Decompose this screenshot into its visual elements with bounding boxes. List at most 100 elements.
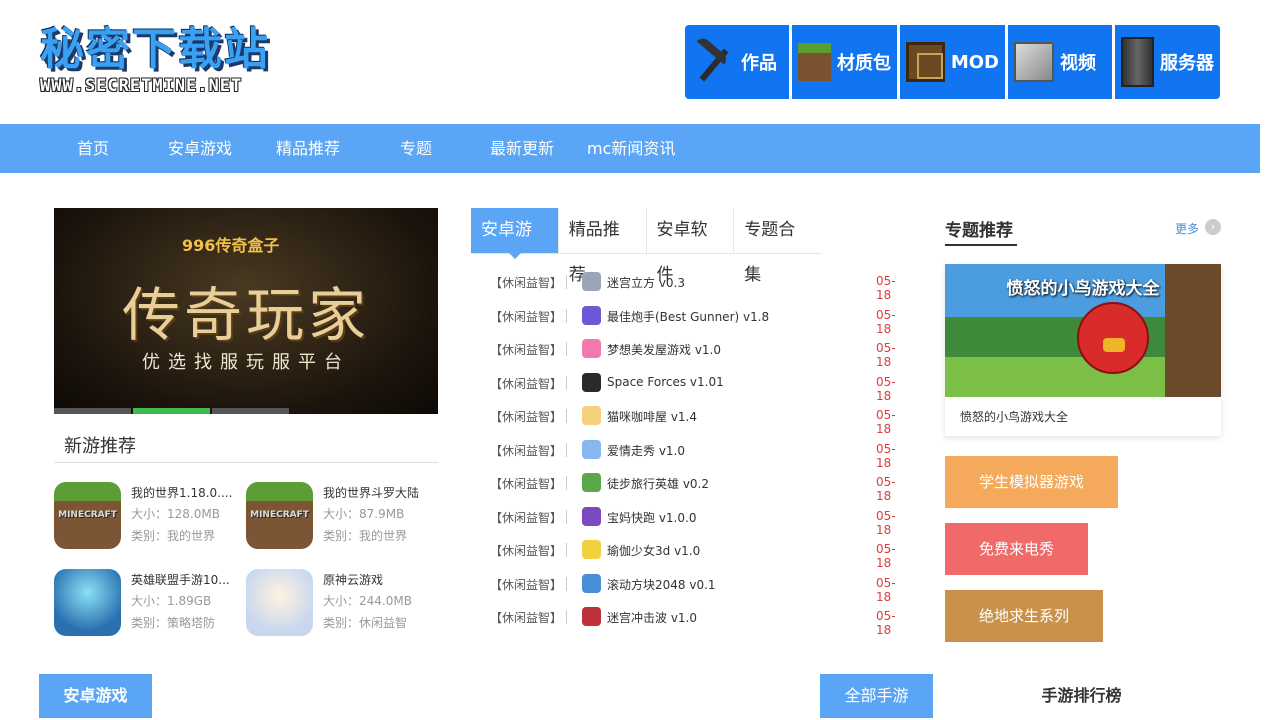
nav-item-android-games[interactable]: 安卓游戏 [168, 124, 232, 173]
banner-carousel[interactable]: 996传奇盒子 传奇玩家 优选找服玩服平台 [54, 208, 438, 414]
banner-dot-active[interactable] [133, 408, 210, 414]
topcat-server-button[interactable]: 服务器 [1115, 25, 1220, 99]
list-item-title[interactable]: 猫咪咖啡屋 v1.4 [607, 408, 697, 425]
topic-image: 愤怒的小鸟游戏大全 [945, 264, 1221, 397]
game-card[interactable]: 我的世界斗罗大陆 大小：87.9MB 类别：我的世界 [246, 482, 436, 552]
topics-title: 专题推荐 [945, 221, 1013, 241]
game-thumbnail [246, 569, 313, 636]
list-item[interactable]: 【休闲益智】 梦想美发屋游戏 v1.0 05-18 [490, 338, 910, 369]
nav-item-latest[interactable]: 最新更新 [490, 124, 554, 173]
list-item[interactable]: 【休闲益智】 徒步旅行英雄 v0.2 05-18 [490, 472, 910, 503]
list-item[interactable]: 【休闲益智】 宝妈快跑 v1.0.0 05-18 [490, 506, 910, 537]
list-item-title[interactable]: 迷宫立方 v0.3 [607, 274, 685, 291]
list-item-category[interactable]: 【休闲益智】 [490, 341, 562, 358]
tab-android-software[interactable]: 安卓软件 [647, 208, 735, 285]
list-item[interactable]: 【休闲益智】 瑜伽少女3d v1.0 05-18 [490, 539, 910, 570]
tag-pubg-series[interactable]: 绝地求生系列 [945, 590, 1104, 642]
list-item-category[interactable]: 【休闲益智】 [490, 308, 562, 325]
nav-item-featured[interactable]: 精品推荐 [276, 124, 340, 173]
topcat-label: 材质包 [837, 53, 891, 74]
list-item-date: 05-18 [876, 542, 896, 570]
list-item-title[interactable]: 徒步旅行英雄 v0.2 [607, 475, 709, 492]
tab-featured[interactable]: 精品推荐 [559, 208, 647, 285]
divider [566, 442, 567, 457]
divider [566, 576, 567, 591]
list-item-title[interactable]: 最佳炮手(Best Gunner) v1.8 [607, 308, 769, 325]
game-thumbnail [54, 482, 121, 549]
list-item-category[interactable]: 【休闲益智】 [490, 576, 562, 593]
topic-card[interactable]: 愤怒的小鸟游戏大全 愤怒的小鸟游戏大全 [945, 264, 1221, 436]
game-card[interactable]: 英雄联盟手游10... 大小：1.89GB 类别：策略塔防 [54, 569, 244, 639]
more-link[interactable]: 更多 [1175, 220, 1199, 237]
list-item-category[interactable]: 【休闲益智】 [490, 609, 562, 626]
game-card[interactable]: 我的世界1.18.0.... 大小：128.0MB 类别：我的世界 [54, 482, 244, 552]
bottom-tab-android-games[interactable]: 安卓游戏 [39, 674, 152, 718]
tab-topic-collections[interactable]: 专题合集 [734, 208, 821, 285]
app-icon [582, 506, 601, 526]
topics-title-underline [945, 244, 1017, 246]
topcat-video-button[interactable]: 视频 [1008, 25, 1112, 99]
tag-free-call-show[interactable]: 免费来电秀 [945, 523, 1089, 575]
game-size: 大小：244.0MB [323, 594, 412, 608]
nav-item-mc-news[interactable]: mc新闻资讯 [587, 124, 675, 173]
list-item-category[interactable]: 【休闲益智】 [490, 509, 562, 526]
topcat-texture-button[interactable]: 材质包 [792, 25, 897, 99]
bottom-tab-all-games[interactable]: 全部手游 [820, 674, 933, 718]
list-item-category[interactable]: 【休闲益智】 [490, 274, 562, 291]
list-item-title[interactable]: 瑜伽少女3d v1.0 [607, 542, 700, 559]
list-item-category[interactable]: 【休闲益智】 [490, 375, 562, 392]
list-item-title[interactable]: 滚动方块2048 v0.1 [607, 576, 716, 593]
nav-item-topics[interactable]: 专题 [400, 124, 432, 173]
list-item[interactable]: 【休闲益智】 滚动方块2048 v0.1 05-18 [490, 573, 910, 604]
list-item-category[interactable]: 【休闲益智】 [490, 475, 562, 492]
app-icon [582, 406, 601, 425]
list-item-title[interactable]: Space Forces v1.01 [607, 375, 724, 389]
list-item[interactable]: 【休闲益智】 猫咪咖啡屋 v1.4 05-18 [490, 405, 910, 436]
topcat-label: 作品 [741, 53, 777, 74]
content-tabs: 安卓游戏 精品推荐 安卓软件 专题合集 [471, 208, 821, 285]
topcat-works-button[interactable]: 作品 [685, 25, 789, 99]
list-item-category[interactable]: 【休闲益智】 [490, 442, 562, 459]
divider [566, 308, 567, 323]
logo-main-text: 秘密下载站 [40, 24, 270, 75]
list-item-title[interactable]: 爱情走秀 v1.0 [607, 442, 685, 459]
divider [566, 275, 567, 289]
tag-student-simulator[interactable]: 学生模拟器游戏 [945, 456, 1119, 508]
list-item[interactable]: 【休闲益智】 迷宫冲击波 v1.0 05-18 [490, 606, 910, 637]
banner-brand: 996传奇盒子 [182, 236, 280, 255]
list-item-title[interactable]: 宝妈快跑 v1.0.0 [607, 509, 696, 526]
banner-dot[interactable] [212, 408, 289, 414]
list-item-date: 05-18 [876, 408, 896, 436]
app-icon [582, 607, 601, 626]
site-logo[interactable]: 秘密下载站 WWW.SECRETMINE.NET [40, 26, 300, 100]
topcat-mod-button[interactable]: MOD [900, 25, 1005, 99]
game-name: 我的世界1.18.0.... [131, 486, 233, 500]
list-item-category[interactable]: 【休闲益智】 [490, 408, 562, 425]
divider [566, 409, 567, 423]
list-item[interactable]: 【休闲益智】 最佳炮手(Best Gunner) v1.8 05-18 [490, 305, 910, 336]
game-size: 大小：1.89GB [131, 594, 212, 608]
game-thumbnail [246, 482, 313, 549]
nav-item-home[interactable]: 首页 [77, 124, 109, 173]
list-item-title[interactable]: 迷宫冲击波 v1.0 [607, 609, 697, 626]
banner-dot[interactable] [54, 408, 131, 414]
list-item[interactable]: 【休闲益智】 Space Forces v1.01 05-18 [490, 372, 910, 403]
list-item-title[interactable]: 梦想美发屋游戏 v1.0 [607, 341, 721, 358]
topcat-label: 视频 [1060, 53, 1096, 74]
app-icon [582, 439, 601, 459]
list-item[interactable]: 【休闲益智】 迷宫立方 v0.3 05-18 [490, 271, 910, 302]
chevron-right-icon[interactable]: › [1205, 219, 1221, 235]
list-item-date: 05-18 [876, 609, 896, 637]
app-icon [582, 573, 601, 593]
list-item[interactable]: 【休闲益智】 爱情走秀 v1.0 05-18 [490, 439, 910, 470]
game-card[interactable]: 原神云游戏 大小：244.0MB 类别：休闲益智 [246, 569, 436, 639]
tab-android-games[interactable]: 安卓游戏 [471, 208, 559, 285]
app-icon [582, 339, 601, 358]
divider [54, 462, 438, 463]
app-icon [582, 372, 601, 392]
list-item-category[interactable]: 【休闲益智】 [490, 542, 562, 559]
app-icon [582, 540, 601, 559]
logo-sub-text: WWW.SECRETMINE.NET [40, 76, 243, 96]
new-games-title: 新游推荐 [64, 436, 136, 457]
game-category: 类别：策略塔防 [131, 616, 216, 630]
